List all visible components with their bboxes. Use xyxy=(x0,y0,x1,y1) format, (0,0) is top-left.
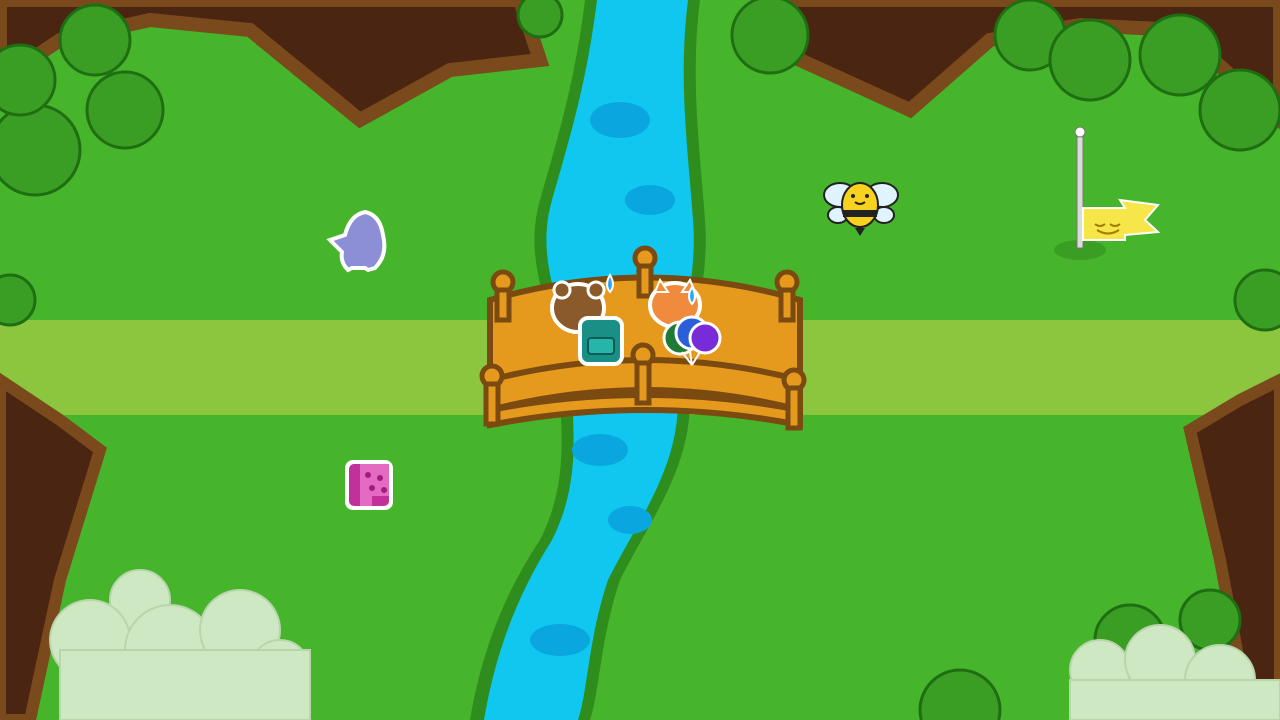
bush-left xyxy=(0,273,37,327)
game-scene xyxy=(0,0,1280,720)
pink-sticker-card[interactable] xyxy=(345,460,393,510)
sweat-drop-icon xyxy=(606,273,614,294)
sweat-drop-icon xyxy=(688,285,696,306)
